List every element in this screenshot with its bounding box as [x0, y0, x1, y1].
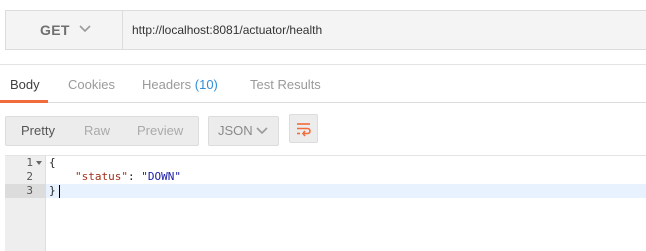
method-label: GET: [40, 22, 70, 38]
line-number: 1: [26, 156, 33, 169]
tab-cookies[interactable]: Cookies: [68, 77, 115, 92]
tab-headers-label: Headers: [142, 77, 192, 92]
chevron-down-icon: [256, 127, 268, 135]
tab-test-results[interactable]: Test Results: [250, 77, 321, 92]
format-select[interactable]: JSON: [208, 116, 279, 146]
wrap-lines-button[interactable]: [289, 114, 318, 143]
headers-count-badge: (10): [194, 77, 218, 92]
url-input[interactable]: http://localhost:8081/actuator/health: [132, 23, 322, 37]
method-selector[interactable]: GET: [6, 11, 123, 49]
code-line-1: {: [49, 156, 56, 169]
active-line-highlight: [5, 184, 646, 198]
code-line-3: }: [49, 184, 56, 197]
tab-body[interactable]: Body: [10, 77, 40, 92]
json-value: "DOWN": [141, 170, 181, 183]
tab-headers[interactable]: Headers (10): [142, 77, 218, 92]
raw-button[interactable]: Raw: [84, 123, 110, 138]
view-mode-group: Pretty Raw Preview: [5, 116, 199, 146]
format-label: JSON: [218, 123, 253, 138]
pretty-button[interactable]: Pretty: [21, 123, 55, 138]
response-body-editor[interactable]: 1 2 3 { "status": "DOWN" }: [5, 155, 646, 251]
request-bar: GET http://localhost:8081/actuator/healt…: [5, 10, 646, 50]
text-cursor: [59, 185, 60, 198]
response-toolbar: Pretty Raw Preview JSON: [0, 103, 646, 155]
code-line-2: "status": "DOWN": [75, 170, 181, 184]
fold-arrow-icon[interactable]: [36, 161, 42, 165]
line-number: 2: [26, 170, 33, 183]
json-separator: :: [127, 170, 142, 183]
preview-button[interactable]: Preview: [137, 123, 183, 138]
response-tabs: Body Cookies Headers (10) Test Results: [0, 65, 646, 103]
wrap-lines-icon: [297, 123, 311, 137]
json-key: "status": [75, 170, 128, 183]
chevron-down-icon: [79, 25, 91, 33]
line-number: 3: [26, 184, 33, 197]
